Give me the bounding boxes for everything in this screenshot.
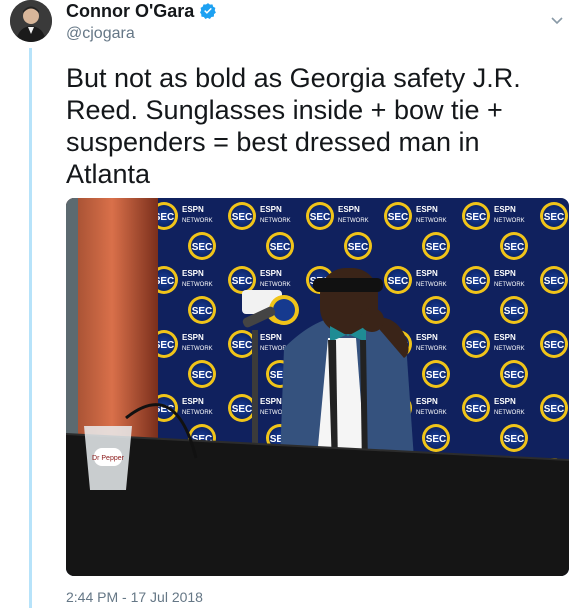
- avatar[interactable]: [10, 0, 52, 42]
- display-name[interactable]: Connor O'Gara: [66, 1, 194, 22]
- thread-line: [29, 48, 32, 608]
- tweet-text: But not as bold as Georgia safety J.R. R…: [66, 63, 521, 189]
- avatar-image: [10, 0, 52, 42]
- author-row: Connor O'Gara: [66, 0, 217, 22]
- tweet-photo[interactable]: SEC ESPN NETWORK SEC: [66, 198, 569, 576]
- verified-badge-icon: [200, 3, 217, 19]
- chevron-down-icon[interactable]: [549, 12, 565, 28]
- timestamp[interactable]: 2:44 PM - 17 Jul 2018: [66, 589, 203, 605]
- handle[interactable]: @cjogara: [66, 25, 135, 43]
- press-conference-photo: SEC ESPN NETWORK SEC: [66, 198, 569, 576]
- svg-text:Dr Pepper: Dr Pepper: [92, 455, 125, 462]
